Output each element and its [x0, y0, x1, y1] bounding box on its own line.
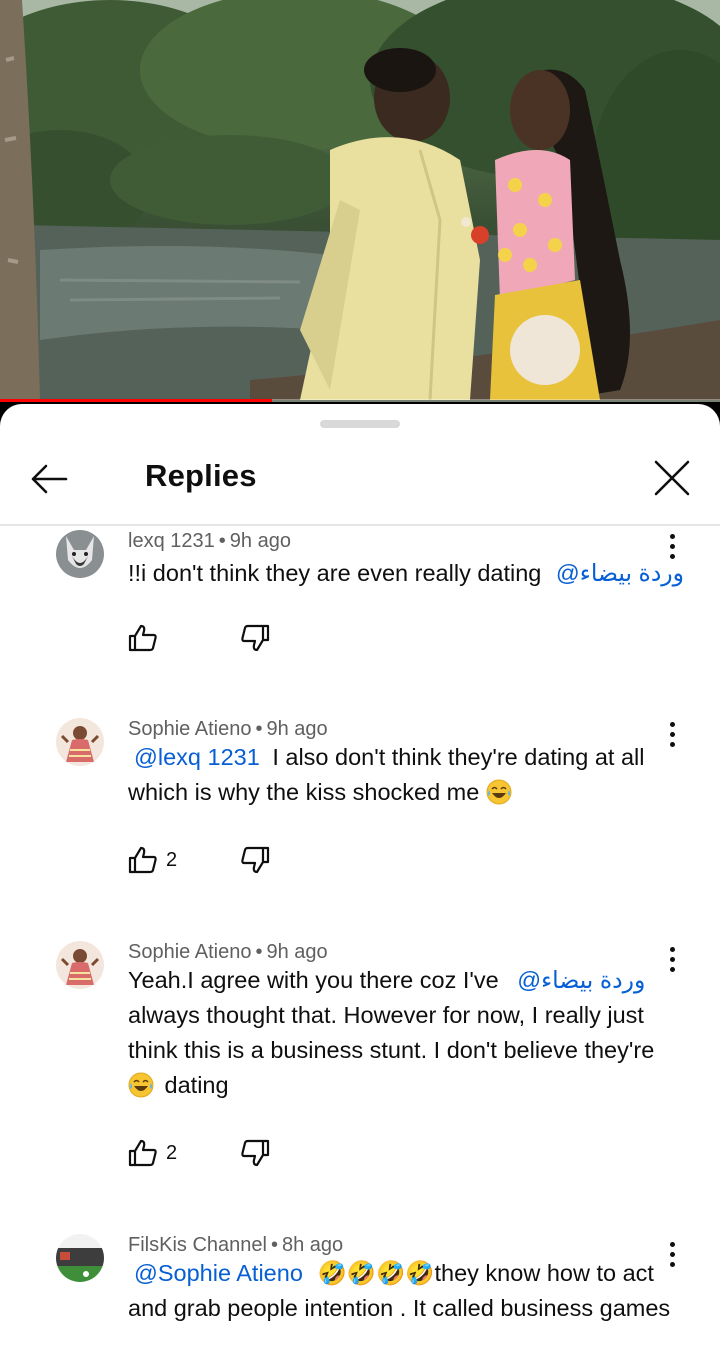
timestamp: 9h ago — [266, 718, 328, 740]
thumbs-up-icon — [128, 846, 157, 874]
reply-text-line: always thought that. However for now, I … — [128, 1002, 644, 1028]
reply-text-line: Yeah.I agree with you there coz I've — [128, 967, 499, 993]
back-button[interactable] — [24, 454, 74, 504]
mention-link[interactable]: @وردة بيضاء — [517, 967, 645, 993]
author-name[interactable]: lexq 1231 — [128, 530, 215, 552]
like-count: 2 — [166, 848, 178, 871]
reply-text: @lexq 1231 I also don't think they're da… — [128, 740, 688, 810]
thumbs-up-icon — [128, 1139, 157, 1167]
reply-meta: Sophie Atieno • 9h ago — [128, 941, 328, 964]
timestamp: 9h ago — [229, 530, 291, 552]
video-progress-fill — [0, 399, 273, 402]
avatar[interactable] — [56, 941, 104, 989]
mention-link[interactable]: @lexq 1231 — [134, 744, 260, 770]
reply-actions — [128, 620, 270, 656]
like-button[interactable]: 2 — [128, 1135, 240, 1171]
reply-text-line: which is why the kiss shocked me — [128, 779, 480, 805]
avatar[interactable] — [56, 718, 104, 766]
like-button[interactable] — [128, 620, 240, 656]
header-divider — [0, 524, 720, 526]
avatar[interactable] — [56, 1234, 104, 1282]
video-frame — [0, 0, 720, 401]
meta-separator: • — [218, 530, 226, 552]
drag-handle[interactable] — [320, 420, 400, 428]
more-vertical-icon — [669, 533, 675, 539]
dislike-button[interactable] — [240, 620, 270, 656]
reply-meta: Sophie Atieno • 9h ago — [128, 718, 328, 741]
replies-sheet: Replies lexq 1231 • 9h ago !!i don't thi… — [0, 404, 720, 1348]
dislike-button[interactable] — [240, 842, 270, 878]
more-vertical-icon — [669, 1241, 675, 1247]
like-count: 2 — [166, 1141, 178, 1164]
laughing-emoji — [486, 779, 512, 805]
reply-text-line: they know how to act — [434, 1260, 654, 1286]
reply-text: Yeah.I agree with you there coz I've @ور… — [128, 963, 688, 1103]
sheet-header: Replies — [0, 434, 720, 524]
woman-avatar-image — [56, 941, 104, 989]
meta-separator: • — [255, 941, 263, 963]
wolf-avatar-image — [56, 530, 104, 578]
reply-text-content: !!i don't think they are even really dat… — [128, 560, 542, 586]
reply-actions: 2 — [128, 1135, 270, 1171]
reply-text: !!i don't think they are even really dat… — [128, 556, 688, 591]
arrow-left-icon — [31, 464, 68, 494]
author-name[interactable]: FilsKis Channel — [128, 1234, 267, 1256]
reply-meta: FilsKis Channel • 8h ago — [128, 1234, 343, 1257]
video-player[interactable] — [0, 0, 720, 402]
mention-link[interactable]: @Sophie Atieno — [134, 1260, 303, 1286]
avatar[interactable] — [56, 530, 104, 578]
mention-link[interactable]: @وردة بيضاء — [556, 560, 684, 586]
reply-text-line: think this is a business stunt. I don't … — [128, 1037, 655, 1063]
rofl-emojis: 🤣🤣🤣🤣 — [317, 1260, 435, 1286]
thumbs-down-icon — [241, 624, 270, 652]
more-vertical-icon — [669, 721, 675, 727]
thumbs-down-icon — [241, 846, 270, 874]
thumbs-down-icon — [241, 1139, 270, 1167]
thumbs-up-icon — [128, 624, 157, 652]
channel-avatar-image — [56, 1234, 104, 1282]
reply-text-line: dating — [164, 1072, 229, 1098]
tears-of-joy-emoji-icon — [128, 1072, 154, 1098]
more-vertical-icon — [669, 946, 675, 952]
tears-of-joy-emoji-icon — [486, 779, 512, 805]
reply-text-line: I also don't think they're dating at all — [272, 744, 645, 770]
reply-text: @Sophie Atieno 🤣🤣🤣🤣they know how to act … — [128, 1256, 698, 1326]
sheet-title: Replies — [145, 458, 257, 493]
meta-separator: • — [255, 718, 263, 740]
video-progress-bar[interactable] — [0, 399, 720, 402]
author-name[interactable]: Sophie Atieno — [128, 941, 251, 963]
like-button[interactable]: 2 — [128, 842, 240, 878]
reply-text-line: and grab people intention . It called bu… — [128, 1295, 671, 1321]
close-icon — [654, 460, 690, 496]
timestamp: 8h ago — [281, 1234, 344, 1256]
woman-avatar-image — [56, 718, 104, 766]
author-name[interactable]: Sophie Atieno — [128, 718, 251, 740]
timestamp: 9h ago — [266, 941, 328, 963]
reply-actions: 2 — [128, 842, 270, 878]
meta-separator: • — [270, 1234, 278, 1256]
close-button[interactable] — [646, 452, 698, 504]
dislike-button[interactable] — [240, 1135, 270, 1171]
reply-meta: lexq 1231 • 9h ago — [128, 530, 291, 553]
